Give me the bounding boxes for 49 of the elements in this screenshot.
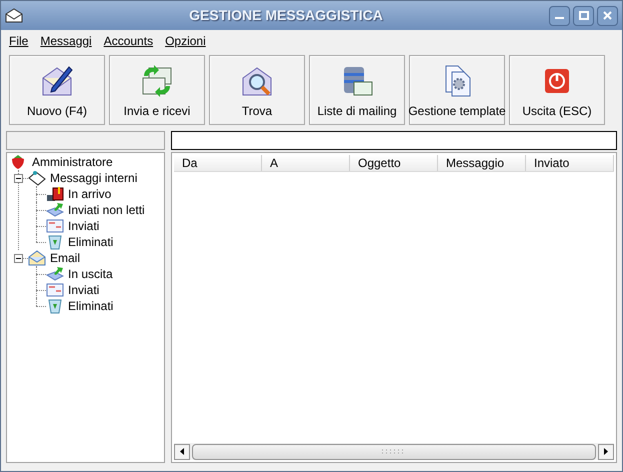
expander-toggle[interactable] (14, 254, 23, 262)
minimize-button[interactable] (549, 6, 570, 26)
column-header[interactable]: Oggetto (350, 155, 438, 171)
envelope-arrow-icon (46, 266, 64, 282)
toolbar-button[interactable]: Liste di mailing (309, 55, 405, 125)
toolbar-button[interactable]: Uscita (ESC) (509, 55, 605, 125)
maximize-icon (578, 11, 588, 20)
tree-item[interactable]: Eliminati (66, 234, 116, 250)
tree-item[interactable]: In uscita (66, 266, 115, 282)
mailbox-icon (46, 186, 64, 202)
maximize-button[interactable] (573, 6, 594, 26)
toolbar-button[interactable]: Gestione template (409, 55, 505, 125)
grip-icon (382, 449, 406, 454)
right-arrow-icon (604, 448, 608, 455)
column-header[interactable]: Da (174, 155, 262, 171)
tree-item[interactable]: Inviati (66, 218, 102, 234)
expander-toggle[interactable] (14, 174, 23, 182)
menu-item[interactable]: Messaggi (40, 32, 92, 50)
toolbar-button[interactable]: Invia e ricevi (109, 55, 205, 125)
toolbar-button[interactable]: Trova (209, 55, 305, 125)
menu-item[interactable]: File (9, 32, 28, 50)
strawberry-icon (10, 154, 26, 170)
tree-item[interactable]: Email (48, 250, 82, 266)
menu-item[interactable]: Opzioni (165, 32, 206, 50)
tree-item[interactable]: Messaggi interni (48, 170, 140, 186)
left-arrow-icon (180, 448, 184, 455)
menu-item[interactable]: Accounts (104, 32, 154, 50)
envelope-pen-icon (40, 64, 74, 98)
minus-icon (16, 256, 21, 260)
envelope-arrow-icon (46, 202, 64, 218)
column-header[interactable]: Messaggio (438, 155, 526, 171)
close-button[interactable] (597, 6, 618, 26)
column-header[interactable]: Inviato (526, 155, 614, 171)
scroll-left-button[interactable] (174, 444, 190, 460)
tree-item[interactable]: Inviati non letti (66, 202, 147, 218)
tree-item[interactable]: Inviati (66, 282, 102, 298)
recycle-bin-icon (46, 298, 64, 314)
close-icon (603, 11, 612, 20)
search-field[interactable] (171, 131, 617, 150)
window-title: GESTIONE MESSAGGISTICA (188, 6, 384, 25)
tree-item[interactable]: In arrivo (66, 186, 114, 202)
toolbar-button[interactable]: Nuovo (F4) (9, 55, 105, 125)
tree-item[interactable]: Amministratore (30, 154, 115, 170)
recycle-bin-icon (46, 234, 64, 250)
tree-item[interactable]: Eliminati (66, 298, 116, 314)
envelope-arrows-icon (140, 64, 174, 98)
scroll-right-button[interactable] (598, 444, 614, 460)
minus-icon (16, 176, 21, 180)
column-header[interactable]: A (262, 155, 350, 171)
